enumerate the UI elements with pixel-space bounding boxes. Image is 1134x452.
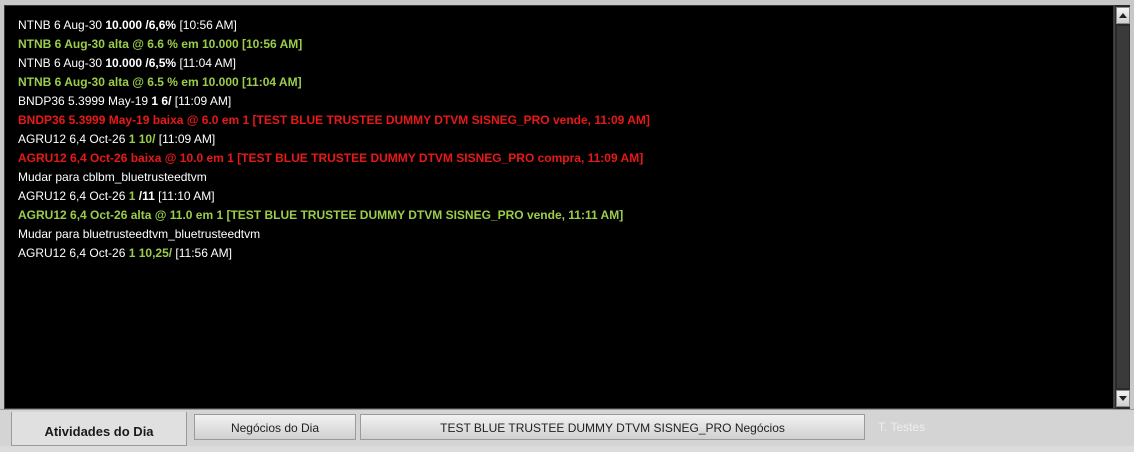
triangle-down-icon xyxy=(1119,396,1127,401)
activity-log-panel[interactable]: NTNB 6 Aug-30 10.000 /6,6% [10:56 AM] NTN… xyxy=(4,5,1114,409)
tab-bar: Atividades do Dia Negócios do Dia TEST B… xyxy=(0,409,1134,446)
log-line-segment: NTNB 6 Aug-30 alta @ 6.6 % em 10.000 [10… xyxy=(18,37,303,51)
log-line-segment: [10:56 AM] xyxy=(176,18,237,32)
log-line: NTNB 6 Aug-30 10.000 /6,5% [11:04 AM] xyxy=(18,54,1113,73)
log-line-segment: Mudar para cblbm_bluetrusteedtvm xyxy=(18,170,207,184)
log-line-segment: 10.000 xyxy=(105,18,143,32)
log-line-segment: Mudar para bluetrusteedtvm_bluetrusteedt… xyxy=(18,227,261,241)
log-line-segment: /6,5% xyxy=(142,56,177,70)
log-line: AGRU12 6,4 Oct-26 1 10/ [11:09 AM] xyxy=(18,130,1113,149)
tab-atividades-do-dia[interactable]: Atividades do Dia xyxy=(11,412,187,446)
log-line-segment: AGRU12 6,4 Oct-26 xyxy=(18,132,129,146)
log-line: BNDP36 5.3999 May-19 baixa @ 6.0 em 1 [T… xyxy=(18,111,1113,130)
log-line-segment: NTNB 6 Aug-30 xyxy=(18,18,106,32)
log-line-segment: [11:56 AM] xyxy=(172,246,232,260)
log-line-segment: BNDP36 5.3999 May-19 xyxy=(18,94,152,108)
log-line-segment: [11:09 AM] xyxy=(171,94,232,108)
log-line-segment: [11:10 AM] xyxy=(154,189,215,203)
log-line-segment: 1 6/ xyxy=(151,94,172,108)
log-line: BNDP36 5.3999 May-19 1 6/ [11:09 AM] xyxy=(18,92,1113,111)
scroll-down-button[interactable] xyxy=(1116,390,1130,407)
scroll-up-button[interactable] xyxy=(1116,7,1130,24)
log-line: AGRU12 6,4 Oct-26 alta @ 11.0 em 1 [TEST… xyxy=(18,206,1113,225)
log-line: AGRU12 6,4 Oct-26 1 /11 [11:10 AM] xyxy=(18,187,1113,206)
tab-trustee-negocios[interactable]: TEST BLUE TRUSTEE DUMMY DTVM SISNEG_PRO … xyxy=(360,414,865,440)
tab-negocios-do-dia[interactable]: Negócios do Dia xyxy=(194,414,356,440)
log-line-segment: BNDP36 5.3999 May-19 baixa @ 6.0 em 1 [T… xyxy=(18,113,650,127)
log-line-segment: [11:09 AM] xyxy=(155,132,216,146)
log-line-segment: 1 10,25/ xyxy=(128,246,173,260)
log-line-segment: AGRU12 6,4 Oct-26 xyxy=(18,189,129,203)
log-line-segment: AGRU12 6,4 Oct-26 alta @ 11.0 em 1 [TEST… xyxy=(18,208,624,222)
log-line-segment: AGRU12 6,4 Oct-26 xyxy=(18,246,129,260)
log-line-segment: [11:04 AM] xyxy=(176,56,236,70)
scroll-track[interactable] xyxy=(1117,26,1129,388)
log-line: NTNB 6 Aug-30 alta @ 6.5 % em 10.000 [11… xyxy=(18,73,1113,92)
log-line-segment: 10.000 xyxy=(105,56,143,70)
log-line: Mudar para bluetrusteedtvm_bluetrusteedt… xyxy=(18,225,1113,244)
log-line-segment: NTNB 6 Aug-30 xyxy=(18,56,106,70)
activity-log-list: NTNB 6 Aug-30 10.000 /6,6% [10:56 AM] NTN… xyxy=(18,16,1113,263)
log-line-segment: NTNB 6 Aug-30 alta @ 6.5 % em 10.000 [11… xyxy=(18,75,302,89)
window-frame: NTNB 6 Aug-30 10.000 /6,6% [10:56 AM] NTN… xyxy=(0,0,1134,446)
log-line: NTNB 6 Aug-30 alta @ 6.6 % em 10.000 [10… xyxy=(18,35,1113,54)
log-line-segment: 1 10/ xyxy=(128,132,156,146)
triangle-up-icon xyxy=(1119,13,1127,18)
log-line-segment: /11 xyxy=(135,189,155,203)
log-line-segment: AGRU12 6,4 Oct-26 baixa @ 10.0 em 1 [TES… xyxy=(18,151,644,165)
log-line: NTNB 6 Aug-30 10.000 /6,6% [10:56 AM] xyxy=(18,16,1113,35)
log-line: Mudar para cblbm_bluetrusteedtvm xyxy=(18,168,1113,187)
log-line-segment: /6,6% xyxy=(142,18,177,32)
log-line: AGRU12 6,4 Oct-26 1 10,25/ [11:56 AM] xyxy=(18,244,1113,263)
log-line: AGRU12 6,4 Oct-26 baixa @ 10.0 em 1 [TES… xyxy=(18,149,1113,168)
vertical-scrollbar[interactable] xyxy=(1114,5,1130,409)
tab-testes[interactable]: T. Testes xyxy=(870,414,980,440)
